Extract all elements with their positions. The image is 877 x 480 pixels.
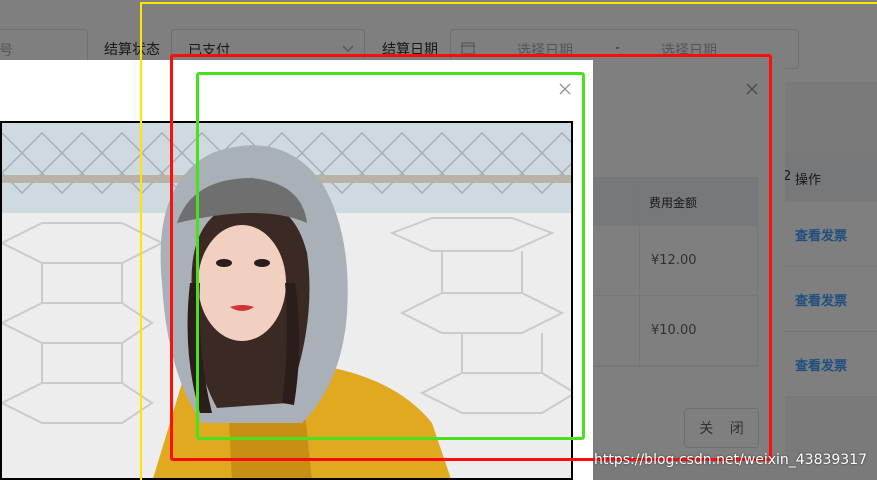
watermark: https://blog.csdn.net/weixin_43839317 bbox=[594, 452, 868, 468]
annotation-green-box bbox=[196, 72, 585, 440]
